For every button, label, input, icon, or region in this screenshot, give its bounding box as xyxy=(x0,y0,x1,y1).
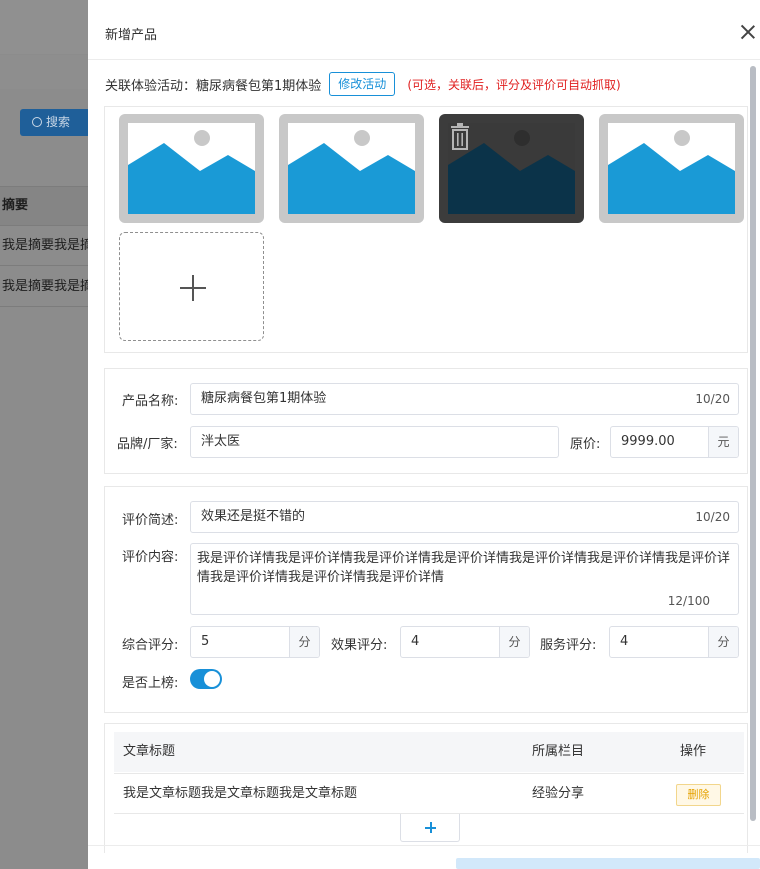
product-info-section: 产品名称: 糖尿病餐包第1期体验 10/20 品牌/厂家: 泮太医 原价: 99… xyxy=(104,368,748,474)
header-article-title: 文章标题 xyxy=(123,744,176,759)
toggle-knob xyxy=(204,671,220,687)
price-value: 9999.00 xyxy=(621,434,675,449)
review-summary-value: 效果还是挺不错的 xyxy=(201,509,306,524)
image-placeholder-icon xyxy=(608,130,735,214)
overall-score-label: 综合评分: xyxy=(122,638,179,653)
activity-row: 关联体验活动： 糖尿病餐包第1期体验 修改活动 (可选，关联后，评分及评价可自动… xyxy=(105,72,621,96)
article-column-cell: 经验分享 xyxy=(532,786,585,801)
bg-search-label: 搜索 xyxy=(46,115,71,129)
image-placeholder-icon xyxy=(128,130,255,214)
activity-note: (可选，关联后，评分及评价可自动抓取) xyxy=(407,77,621,92)
bg-table-row: 我是摘要我是摘要我是摘要 xyxy=(0,226,88,266)
add-article-button[interactable] xyxy=(400,814,460,842)
effect-score-label: 效果评分: xyxy=(331,638,388,653)
review-content-label: 评价内容: xyxy=(122,550,179,565)
brand-input[interactable]: 泮太医 xyxy=(190,426,559,458)
image-thumbnail-hovered[interactable] xyxy=(439,114,584,223)
effect-score-unit: 分 xyxy=(499,627,529,657)
scrollbar-thumb[interactable] xyxy=(750,66,756,821)
service-score-label: 服务评分: xyxy=(540,638,597,653)
background-page: 搜索 摘要 我是摘要我是摘要我是摘要 我是摘要我是摘要我是摘要 xyxy=(0,0,88,869)
service-score-unit: 分 xyxy=(708,627,738,657)
review-content-counter: 12/100 xyxy=(667,594,710,608)
header-column: 所属栏目 xyxy=(532,744,585,759)
drawer-header: 新增产品 xyxy=(88,0,760,60)
table-row: 我是文章标题我是文章标题我是文章标题 经验分享 删除 xyxy=(114,773,744,814)
overall-score-value: 5 xyxy=(201,634,210,649)
header-action: 操作 xyxy=(680,744,707,759)
footer-divider xyxy=(88,845,760,846)
plus-icon xyxy=(180,275,206,301)
articles-table-header: 文章标题 所属栏目 操作 xyxy=(114,732,744,772)
articles-section: 文章标题 所属栏目 操作 我是文章标题我是文章标题我是文章标题 经验分享 删除 xyxy=(104,723,748,853)
effect-score-input[interactable]: 4 分 xyxy=(400,626,530,658)
price-input[interactable]: 9999.00 元 xyxy=(610,426,739,458)
article-title-cell: 我是文章标题我是文章标题我是文章标题 xyxy=(123,786,358,801)
modify-activity-button[interactable]: 修改活动 xyxy=(329,72,396,96)
price-label: 原价: xyxy=(570,437,601,452)
image-gallery xyxy=(104,106,748,353)
image-thumbnail[interactable] xyxy=(119,114,264,223)
ranking-toggle[interactable] xyxy=(190,669,222,689)
brand-label: 品牌/厂家: xyxy=(117,437,178,452)
service-score-input[interactable]: 4 分 xyxy=(609,626,739,658)
bg-search-button: 搜索 xyxy=(20,109,88,136)
product-name-counter: 10/20 xyxy=(695,392,730,406)
product-name-value: 糖尿病餐包第1期体验 xyxy=(201,391,327,406)
footer-primary-button[interactable] xyxy=(456,858,760,869)
image-upload-button[interactable] xyxy=(119,232,264,341)
brand-value: 泮太医 xyxy=(201,434,241,449)
product-name-label: 产品名称: xyxy=(122,394,179,409)
add-product-drawer: 新增产品 关联体验活动： 糖尿病餐包第1期体验 修改活动 (可选，关联后，评分及… xyxy=(88,0,760,869)
activity-value: 糖尿病餐包第1期体验 xyxy=(196,78,322,94)
price-unit: 元 xyxy=(708,427,738,457)
image-thumbnail[interactable] xyxy=(279,114,424,223)
review-summary-input[interactable]: 效果还是挺不错的 10/20 xyxy=(190,501,739,533)
bg-table-header: 摘要 xyxy=(0,186,88,226)
effect-score-value: 4 xyxy=(411,634,420,649)
plus-icon xyxy=(425,822,436,833)
review-section: 评价简述: 效果还是挺不错的 10/20 评价内容: 我是评价详情我是评价详情我… xyxy=(104,486,748,713)
bg-subheader xyxy=(0,55,88,89)
review-summary-counter: 10/20 xyxy=(695,510,730,524)
close-icon[interactable] xyxy=(740,24,756,40)
review-content-textarea[interactable]: 我是评价详情我是评价详情我是评价详情我是评价详情我是评价详情我是评价详情我是评价… xyxy=(190,543,739,615)
search-icon xyxy=(32,117,42,127)
bg-header xyxy=(0,0,88,54)
overall-score-unit: 分 xyxy=(289,627,319,657)
image-thumbnail[interactable] xyxy=(599,114,744,223)
image-placeholder-icon xyxy=(288,130,415,214)
trash-icon[interactable] xyxy=(448,123,472,151)
delete-button[interactable]: 删除 xyxy=(676,784,721,806)
activity-label: 关联体验活动： xyxy=(105,78,197,94)
ranking-label: 是否上榜: xyxy=(122,676,179,691)
overall-score-input[interactable]: 5 分 xyxy=(190,626,320,658)
product-name-input[interactable]: 糖尿病餐包第1期体验 10/20 xyxy=(190,383,739,415)
bg-table-row: 我是摘要我是摘要我是摘要 xyxy=(0,267,88,307)
review-content-value: 我是评价详情我是评价详情我是评价详情我是评价详情我是评价详情我是评价详情我是评价… xyxy=(197,551,731,585)
service-score-value: 4 xyxy=(620,634,629,649)
review-summary-label: 评价简述: xyxy=(122,513,179,528)
drawer-title: 新增产品 xyxy=(105,28,158,43)
